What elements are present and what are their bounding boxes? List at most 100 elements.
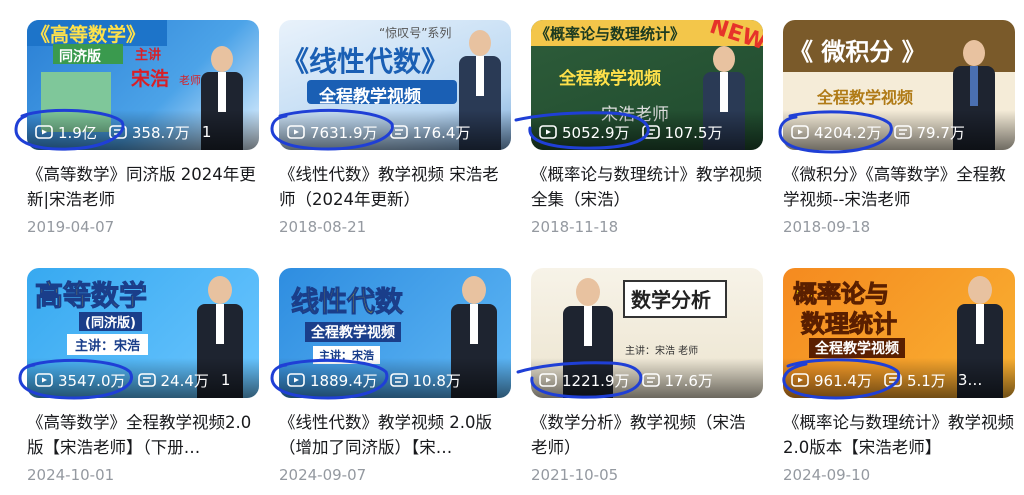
video-card[interactable]: 线性代数 全程教学视频 主讲：宋浩 1889.4万 10.8万 《线性代数》教学… bbox=[279, 268, 511, 484]
view-count-value: 4204.2万 bbox=[814, 123, 882, 142]
view-count: 1889.4万 bbox=[287, 370, 378, 390]
video-stats: 1889.4万 10.8万 bbox=[287, 370, 507, 390]
video-card[interactable]: 《概率论与数理统计》 NEW 全程教学视频 宋浩老师 5052.9万 107.5… bbox=[531, 20, 763, 236]
danmaku-count-value: 5.1万 bbox=[906, 371, 946, 390]
video-thumbnail[interactable]: 《概率论与数理统计》 NEW 全程教学视频 宋浩老师 5052.9万 107.5… bbox=[531, 20, 763, 150]
danmaku-count-value: 24.4万 bbox=[160, 371, 209, 390]
danmaku-icon bbox=[109, 125, 127, 139]
video-stats: 1221.9万 17.6万 bbox=[539, 370, 759, 390]
thumbnail-subtitle: 全程教学视频 bbox=[817, 88, 914, 107]
video-title[interactable]: 《概率论与数理统计》教学视频全集（宋浩） bbox=[531, 162, 763, 212]
danmaku-icon bbox=[641, 373, 660, 387]
thumbnail-tag: 主讲：宋浩 bbox=[67, 334, 149, 355]
extra-stat: 1 bbox=[201, 123, 212, 141]
video-card[interactable]: 数学分析 主讲：宋浩 老师 1221.9万 17.6万 《数学分析》教学视频（宋… bbox=[531, 268, 763, 484]
danmaku-count-value: 10.8万 bbox=[412, 371, 461, 390]
video-stats: 5052.9万 107.5万 bbox=[539, 122, 759, 142]
thumbnail-main-title: 《 微积分 》 bbox=[789, 38, 926, 66]
thumbnail-subtitle: 同济版 bbox=[59, 49, 101, 65]
video-stats: 961.4万 5.1万 3… bbox=[791, 370, 1011, 390]
video-date: 2018-08-21 bbox=[279, 218, 367, 236]
video-date: 2024-09-10 bbox=[783, 466, 871, 484]
thumbnail-name: 宋浩 bbox=[131, 68, 170, 90]
video-date: 2024-10-01 bbox=[27, 466, 115, 484]
video-title[interactable]: 《数学分析》教学视频（宋浩 老师） bbox=[531, 410, 763, 460]
thumbnail-tag: 全程教学视频 bbox=[809, 338, 905, 358]
thumbnail-tag: “惊叹号”系列 bbox=[379, 26, 452, 40]
danmaku-count-value: 176.4万 bbox=[412, 123, 471, 142]
danmaku-count: 10.8万 bbox=[389, 370, 461, 390]
danmaku-count-value: 17.6万 bbox=[664, 371, 713, 390]
thumbnail-role: 老师 bbox=[179, 74, 201, 87]
play-icon bbox=[287, 373, 305, 387]
view-count: 1221.9万 bbox=[539, 370, 630, 390]
thumbnail-tag: 主讲 bbox=[135, 48, 162, 63]
view-count-value: 961.4万 bbox=[814, 371, 872, 390]
video-card[interactable]: 概率论与 数理统计 全程教学视频 961.4万 5.1万 3… 《概率论与数理统… bbox=[783, 268, 1015, 484]
extra-stat: 1 bbox=[220, 371, 231, 389]
play-icon bbox=[791, 373, 809, 387]
view-count-value: 7631.9万 bbox=[310, 123, 378, 142]
view-count-value: 3547.0万 bbox=[58, 371, 126, 390]
view-count: 961.4万 bbox=[791, 370, 872, 390]
danmaku-icon bbox=[893, 125, 912, 139]
danmaku-count-value: 79.7万 bbox=[916, 123, 965, 142]
video-thumbnail[interactable]: 线性代数 全程教学视频 主讲：宋浩 1889.4万 10.8万 bbox=[279, 268, 511, 398]
view-count: 1.9亿 bbox=[35, 122, 97, 142]
video-date: 2024-09-07 bbox=[279, 466, 367, 484]
danmaku-count: 176.4万 bbox=[389, 122, 471, 142]
danmaku-count: 358.7万 bbox=[109, 122, 190, 142]
video-card[interactable]: 《高等数学》 同济版 主讲 宋浩 老师 1.9亿 358.7万 1 《高等数学》… bbox=[27, 20, 259, 236]
video-thumbnail[interactable]: 数学分析 主讲：宋浩 老师 1221.9万 17.6万 bbox=[531, 268, 763, 398]
video-title[interactable]: 《线性代数》教学视频 宋浩老师（2024年更新） bbox=[279, 162, 511, 212]
danmaku-icon bbox=[389, 125, 408, 139]
thumbnail-subtitle: 全程教学视频 bbox=[305, 322, 401, 342]
extra-stat: 3… bbox=[957, 371, 983, 389]
video-title[interactable]: 《高等数学》同济版 2024年更新|宋浩老师 bbox=[27, 162, 259, 212]
play-icon bbox=[35, 373, 53, 387]
video-date: 2021-10-05 bbox=[531, 466, 619, 484]
video-thumbnail[interactable]: 《 微积分 》 全程教学视频 4204.2万 79.7万 bbox=[783, 20, 1015, 150]
video-thumbnail[interactable]: 《高等数学》 同济版 主讲 宋浩 老师 1.9亿 358.7万 1 bbox=[27, 20, 259, 150]
thumbnail-subtitle: (同济版) bbox=[79, 312, 142, 331]
view-count: 7631.9万 bbox=[287, 122, 378, 142]
video-stats: 1.9亿 358.7万 1 bbox=[35, 122, 255, 142]
thumbnail-subtitle: 全程教学视频 bbox=[319, 87, 421, 107]
danmaku-count-value: 107.5万 bbox=[664, 123, 723, 142]
video-title[interactable]: 《高等数学》全程教学视频2.0版【宋浩老师】（下册… bbox=[27, 410, 259, 460]
view-count-value: 1889.4万 bbox=[310, 371, 378, 390]
danmaku-icon bbox=[137, 373, 156, 387]
video-title[interactable]: 《线性代数》教学视频 2.0版（增加了同济版）【宋… bbox=[279, 410, 511, 460]
video-grid: 《高等数学》 同济版 主讲 宋浩 老师 1.9亿 358.7万 1 《高等数学》… bbox=[0, 0, 1024, 495]
play-icon bbox=[539, 125, 557, 139]
danmaku-count: 24.4万 bbox=[137, 370, 209, 390]
video-thumbnail[interactable]: 概率论与 数理统计 全程教学视频 961.4万 5.1万 3… bbox=[783, 268, 1015, 398]
play-icon bbox=[287, 125, 305, 139]
video-thumbnail[interactable]: 高等数学 (同济版) 主讲：宋浩 3547.0万 24.4万 1 bbox=[27, 268, 259, 398]
video-card[interactable]: “惊叹号”系列 《线性代数》 全程教学视频 7631.9万 176.4万 《线性… bbox=[279, 20, 511, 236]
danmaku-count: 107.5万 bbox=[641, 122, 723, 142]
video-title[interactable]: 《概率论与数理统计》教学视频 2.0版本【宋浩老师】 bbox=[783, 410, 1015, 460]
play-icon bbox=[539, 373, 557, 387]
video-thumbnail[interactable]: “惊叹号”系列 《线性代数》 全程教学视频 7631.9万 176.4万 bbox=[279, 20, 511, 150]
video-card[interactable]: 《 微积分 》 全程教学视频 4204.2万 79.7万 《微积分》《高等数学》… bbox=[783, 20, 1015, 236]
play-icon bbox=[35, 125, 53, 139]
view-count: 5052.9万 bbox=[539, 122, 630, 142]
video-date: 2018-11-18 bbox=[531, 218, 619, 236]
thumbnail-main-title: 《高等数学》 bbox=[31, 24, 146, 46]
danmaku-count: 5.1万 bbox=[884, 370, 946, 390]
view-count-value: 1221.9万 bbox=[562, 371, 630, 390]
view-count: 4204.2万 bbox=[791, 122, 882, 142]
thumbnail-main-title: 数学分析 bbox=[631, 288, 711, 312]
danmaku-count-value: 358.7万 bbox=[131, 123, 190, 142]
video-stats: 3547.0万 24.4万 1 bbox=[35, 370, 255, 390]
danmaku-icon bbox=[884, 373, 902, 387]
play-icon bbox=[791, 125, 809, 139]
danmaku-count: 79.7万 bbox=[893, 122, 965, 142]
thumbnail-main-title: 线性代数 bbox=[290, 285, 404, 319]
danmaku-icon bbox=[389, 373, 408, 387]
video-title[interactable]: 《微积分》《高等数学》全程教学视频--宋浩老师 bbox=[783, 162, 1015, 212]
video-date: 2019-04-07 bbox=[27, 218, 115, 236]
thumbnail-main-title: 高等数学 bbox=[34, 279, 148, 313]
video-card[interactable]: 高等数学 (同济版) 主讲：宋浩 3547.0万 24.4万 1 《高等数学》全… bbox=[27, 268, 259, 484]
